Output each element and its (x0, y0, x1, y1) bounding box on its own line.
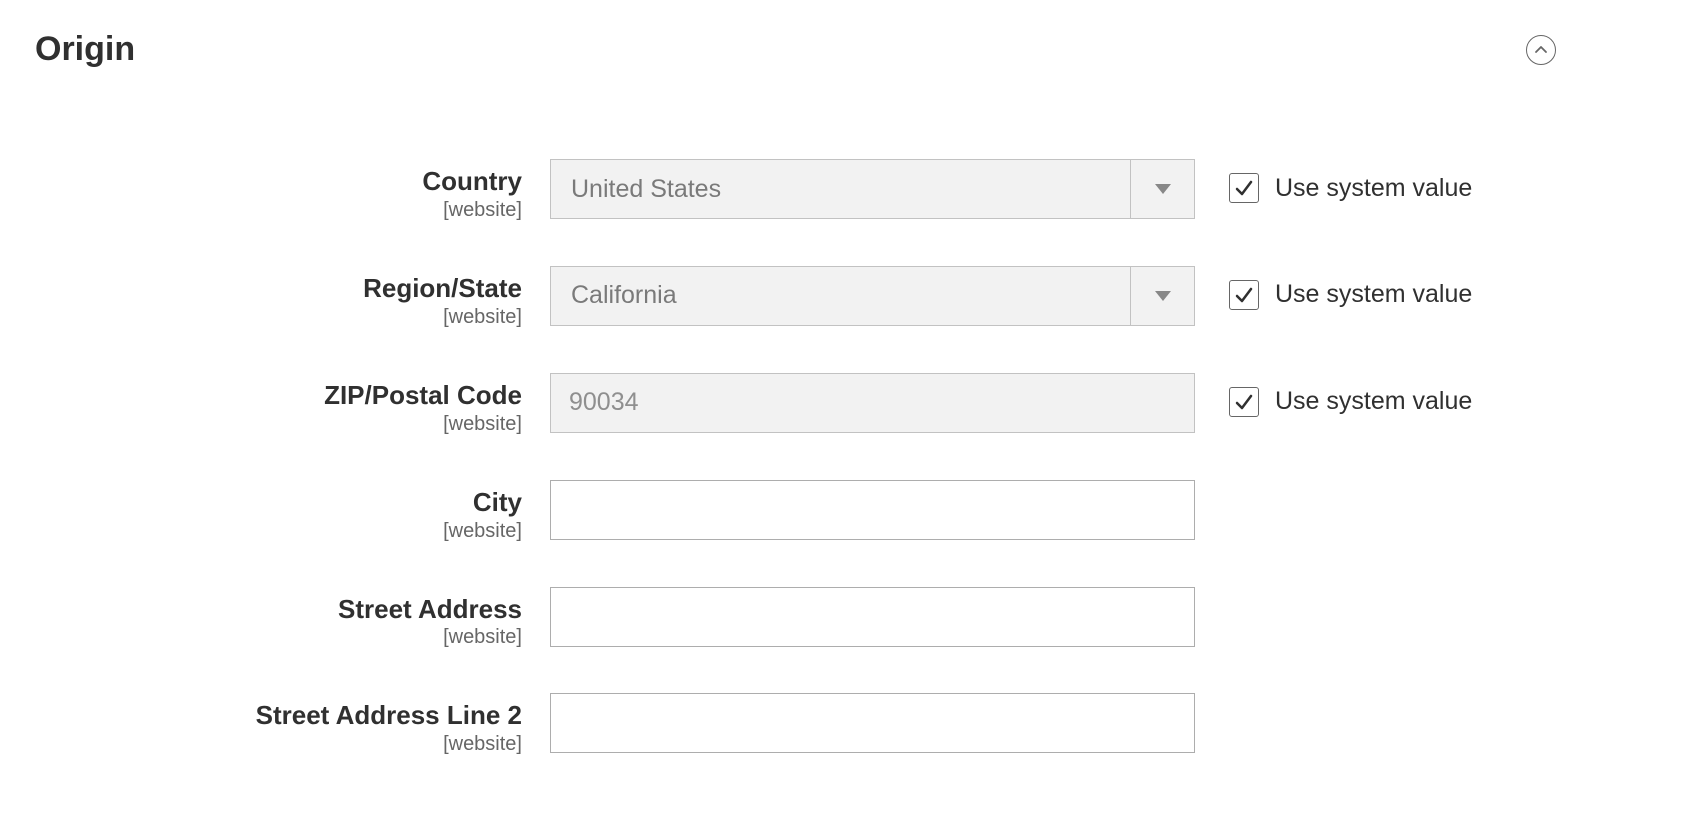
label-cell-country: Country [website] (35, 159, 550, 222)
row-region: Region/State [website] California Use sy (35, 266, 1671, 329)
use-system-checkbox-country[interactable] (1229, 173, 1259, 203)
control-city (550, 480, 1195, 540)
control-region: California (550, 266, 1195, 326)
use-system-checkbox-region[interactable] (1229, 280, 1259, 310)
collapse-toggle[interactable] (1526, 35, 1556, 65)
system-cell-country: Use system value (1195, 159, 1472, 203)
section-title: Origin (35, 30, 135, 69)
row-country: Country [website] United States Use syst (35, 159, 1671, 222)
use-system-label-region: Use system value (1275, 280, 1472, 309)
city-input[interactable] (550, 480, 1195, 540)
scope-region: [website] (35, 306, 522, 329)
label-region: Region/State (35, 274, 522, 304)
scope-zip: [website] (35, 413, 522, 436)
checkmark-icon (1234, 178, 1254, 198)
label-cell-city: City [website] (35, 480, 550, 543)
scope-street1: [website] (35, 626, 522, 649)
use-system-label-country: Use system value (1275, 174, 1472, 203)
label-city: City (35, 488, 522, 518)
region-select-value: California (551, 281, 1130, 310)
use-system-checkbox-zip[interactable] (1229, 387, 1259, 417)
row-zip: ZIP/Postal Code [website] Use system val… (35, 373, 1671, 436)
label-cell-region: Region/State [website] (35, 266, 550, 329)
form-rows: Country [website] United States Use syst (35, 159, 1671, 756)
checkmark-icon (1234, 392, 1254, 412)
scope-street2: [website] (35, 733, 522, 756)
chevron-up-icon (1534, 43, 1548, 57)
label-zip: ZIP/Postal Code (35, 381, 522, 411)
label-cell-zip: ZIP/Postal Code [website] (35, 373, 550, 436)
label-cell-street2: Street Address Line 2 [website] (35, 693, 550, 756)
control-street2 (550, 693, 1195, 753)
row-street1: Street Address [website] (35, 587, 1671, 650)
label-country: Country (35, 167, 522, 197)
system-cell-region: Use system value (1195, 266, 1472, 310)
checkmark-icon (1234, 285, 1254, 305)
section-header: Origin (35, 30, 1671, 69)
country-select[interactable]: United States (550, 159, 1195, 219)
label-cell-street1: Street Address [website] (35, 587, 550, 650)
scope-city: [website] (35, 520, 522, 543)
row-city: City [website] (35, 480, 1671, 543)
system-cell-zip: Use system value (1195, 373, 1472, 417)
dropdown-arrow-icon (1130, 160, 1194, 218)
zip-input[interactable] (550, 373, 1195, 433)
region-select[interactable]: California (550, 266, 1195, 326)
street2-input[interactable] (550, 693, 1195, 753)
control-country: United States (550, 159, 1195, 219)
control-street1 (550, 587, 1195, 647)
dropdown-arrow-icon (1130, 267, 1194, 325)
label-street1: Street Address (35, 595, 522, 625)
street1-input[interactable] (550, 587, 1195, 647)
scope-country: [website] (35, 199, 522, 222)
row-street2: Street Address Line 2 [website] (35, 693, 1671, 756)
label-street2: Street Address Line 2 (35, 701, 522, 731)
country-select-value: United States (551, 175, 1130, 204)
use-system-label-zip: Use system value (1275, 387, 1472, 416)
control-zip (550, 373, 1195, 433)
origin-section: Origin Country [website] United States (0, 0, 1706, 830)
